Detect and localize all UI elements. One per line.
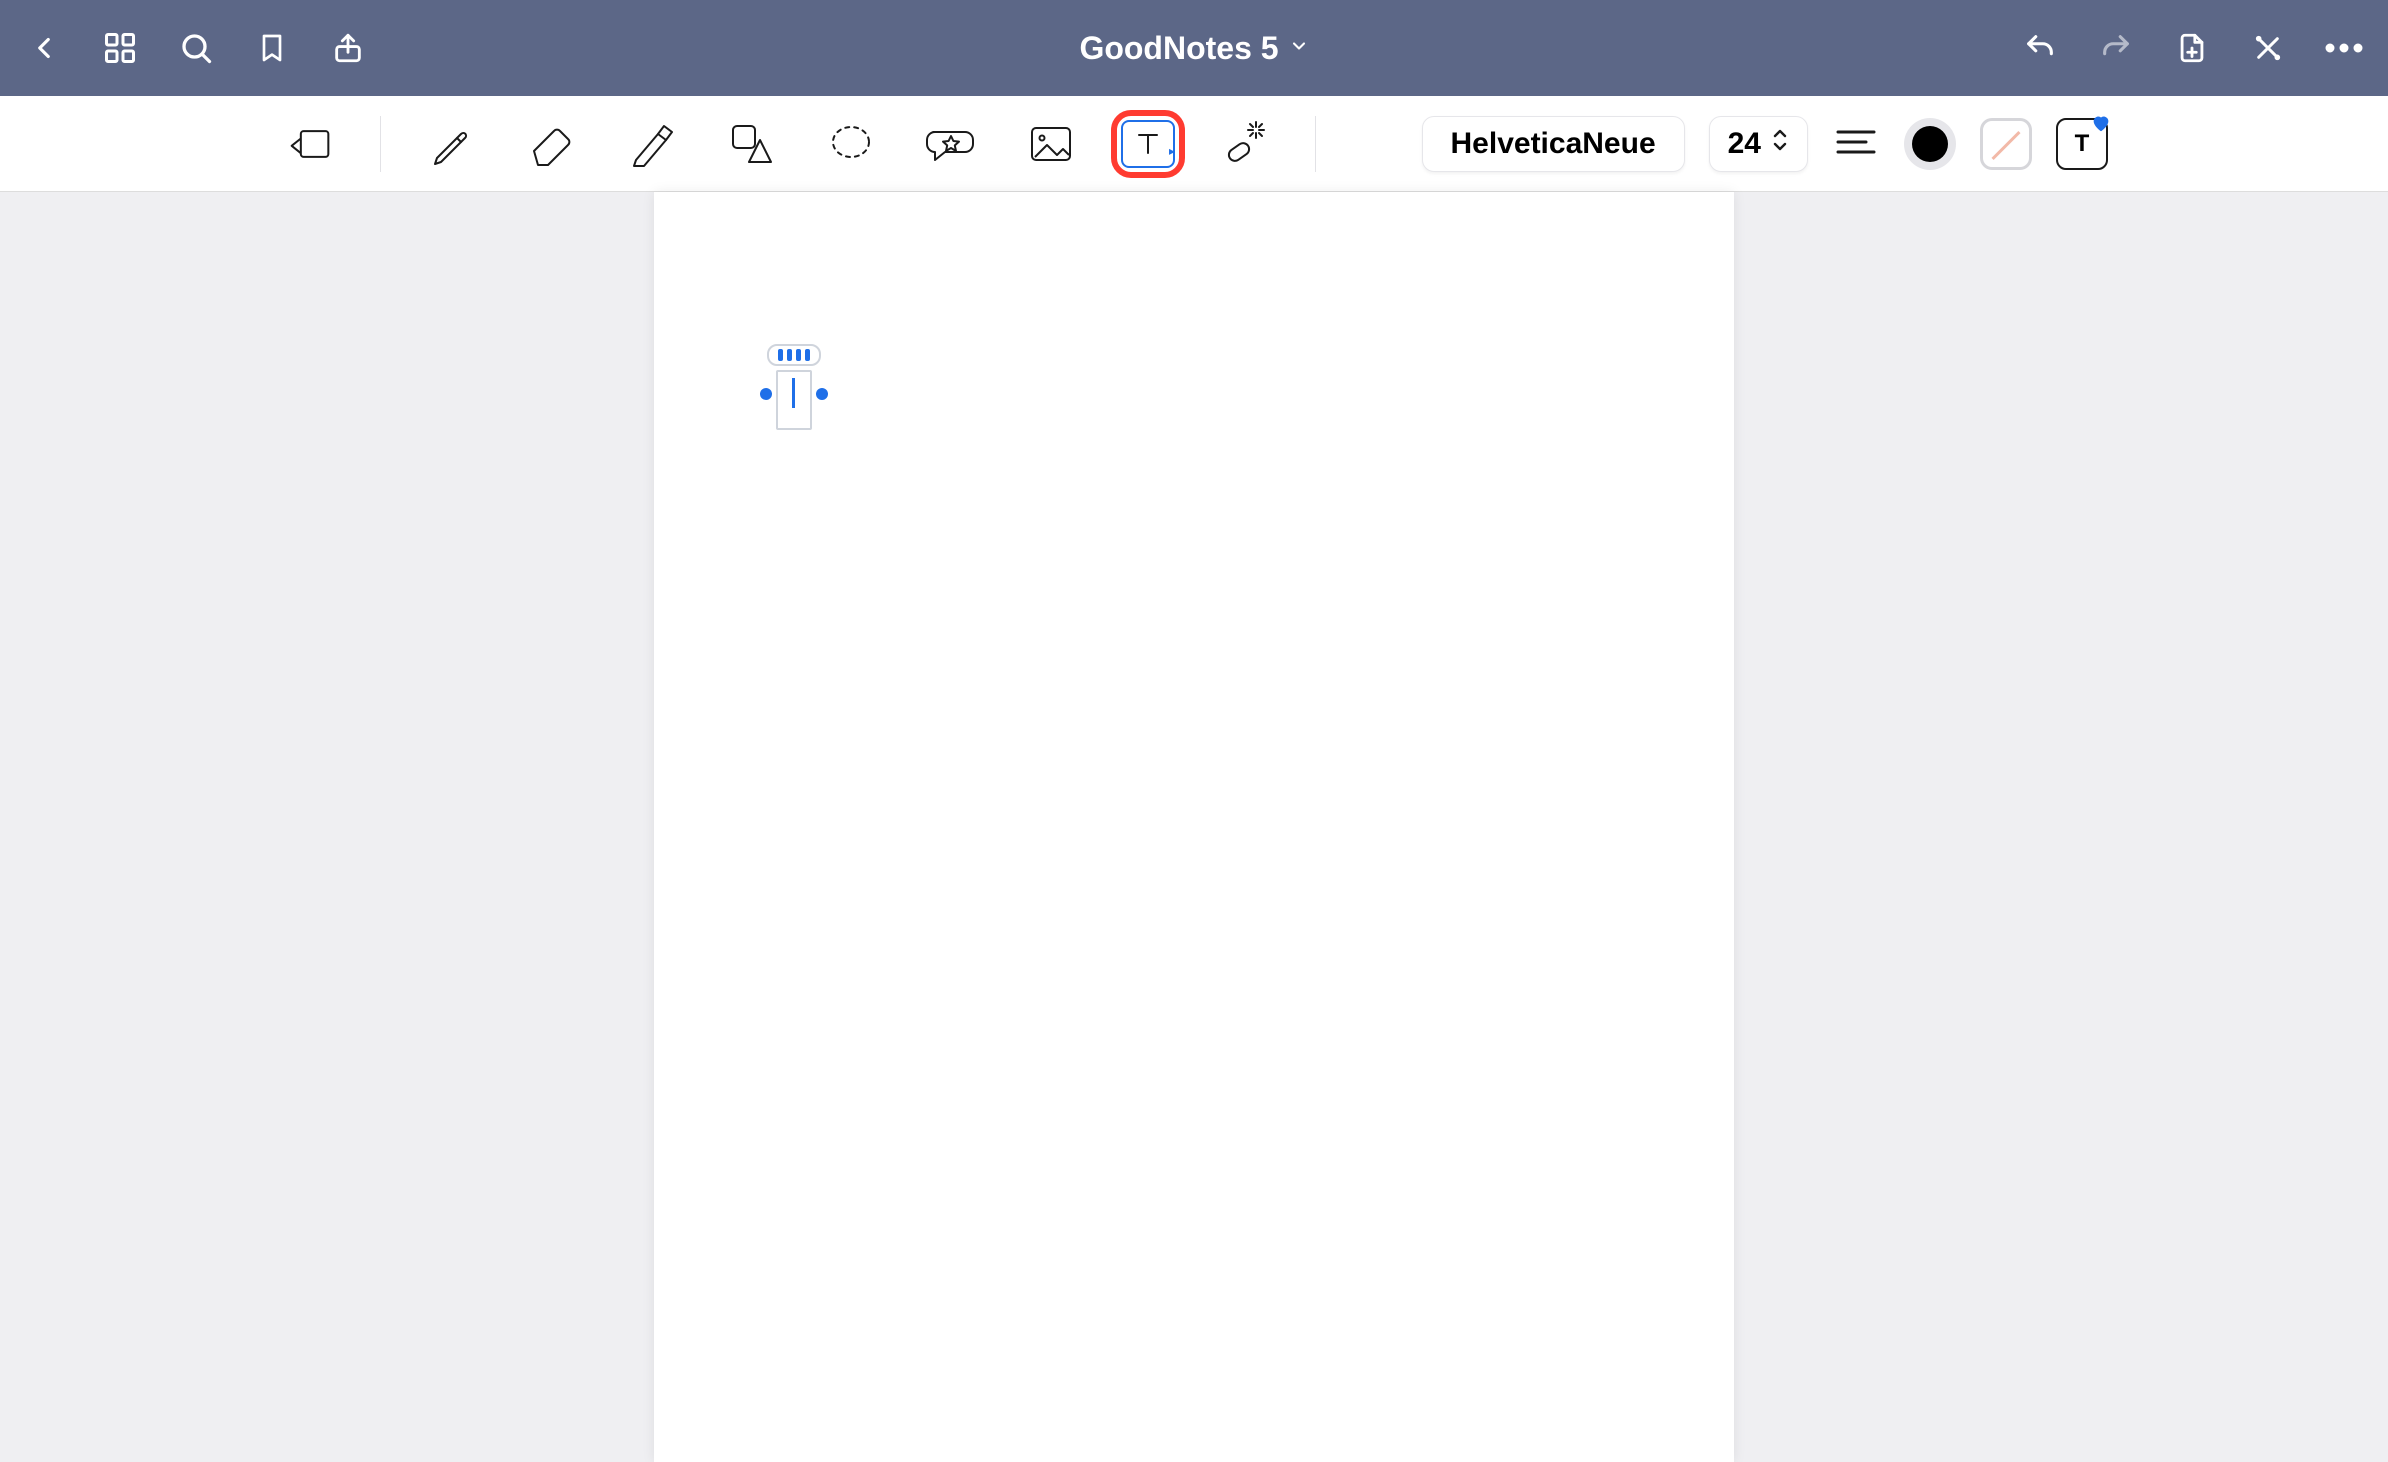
- font-selector[interactable]: HelveticaNeue: [1422, 116, 1685, 172]
- text-color-button[interactable]: [1904, 118, 1956, 170]
- undo-button[interactable]: [2016, 24, 2064, 72]
- lasso-tool[interactable]: [821, 114, 881, 174]
- nav-right-group: [2016, 24, 2368, 72]
- bookmark-button[interactable]: [248, 24, 296, 72]
- active-text-box[interactable]: [762, 344, 826, 438]
- top-navbar: GoodNotes 5: [0, 0, 2388, 96]
- eraser-tool[interactable]: [521, 114, 581, 174]
- elements-tool[interactable]: [921, 114, 981, 174]
- separator: [1315, 116, 1316, 172]
- share-button[interactable]: [324, 24, 372, 72]
- text-color-swatch-icon: [1912, 126, 1948, 162]
- thumbnails-button[interactable]: [96, 24, 144, 72]
- back-button[interactable]: [20, 24, 68, 72]
- stepper-icon: [1771, 127, 1789, 161]
- pen-tool[interactable]: [421, 114, 481, 174]
- laser-pointer-tool[interactable]: [1215, 114, 1275, 174]
- paragraph-style-button[interactable]: [1832, 114, 1880, 174]
- close-edit-button[interactable]: [2244, 24, 2292, 72]
- font-size-label: 24: [1728, 127, 1761, 161]
- resize-handle-right[interactable]: [816, 388, 828, 400]
- canvas-area[interactable]: [0, 192, 2388, 1462]
- image-tool[interactable]: [1021, 114, 1081, 174]
- font-name-label: HelveticaNeue: [1451, 127, 1656, 161]
- textbox-style-icon: T: [2075, 130, 2090, 158]
- text-tool[interactable]: ▸: [1121, 120, 1175, 168]
- highlighter-tool[interactable]: [621, 114, 681, 174]
- add-page-button[interactable]: [2168, 24, 2216, 72]
- text-tool-corner-icon: ▸: [1169, 144, 1175, 158]
- chevron-down-icon: [1289, 36, 1309, 61]
- textbox-style-button[interactable]: T: [2056, 118, 2108, 170]
- document-page[interactable]: [654, 192, 1734, 1462]
- text-options-group: HelveticaNeue 24 T: [1422, 114, 2108, 174]
- shape-tool[interactable]: [721, 114, 781, 174]
- nav-center[interactable]: GoodNotes 5: [372, 30, 2016, 67]
- resize-handle-left[interactable]: [760, 388, 772, 400]
- drag-handle-icon[interactable]: [767, 344, 821, 366]
- zoom-window-tool[interactable]: [280, 114, 340, 174]
- editing-toolbar: ▸ HelveticaNeue 24 T: [0, 96, 2388, 192]
- text-background-button[interactable]: [1980, 118, 2032, 170]
- nav-left-group: [20, 24, 372, 72]
- heart-icon: [2090, 112, 2112, 134]
- tool-group-left: ▸: [280, 114, 1316, 174]
- redo-button[interactable]: [2092, 24, 2140, 72]
- font-size-selector[interactable]: 24: [1709, 116, 1808, 172]
- more-button[interactable]: [2320, 24, 2368, 72]
- search-button[interactable]: [172, 24, 220, 72]
- text-cursor-icon: [792, 378, 795, 408]
- separator: [380, 116, 381, 172]
- document-title: GoodNotes 5: [1079, 30, 1278, 67]
